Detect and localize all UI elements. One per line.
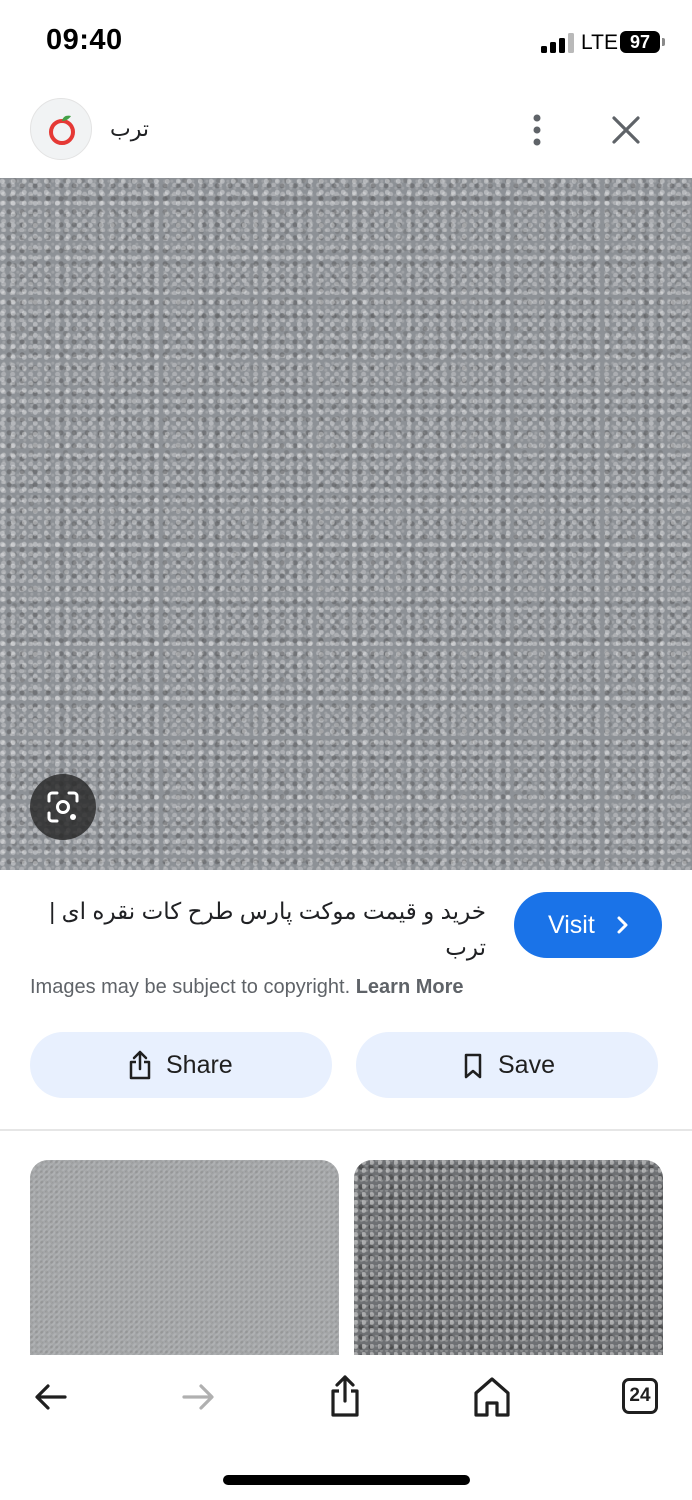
visit-label: Visit <box>548 911 595 939</box>
battery-tip-icon <box>662 38 665 46</box>
result-title[interactable]: خرید و قیمت موکت پارس طرح کات نقره ای | … <box>30 893 486 965</box>
section-divider <box>0 1129 692 1131</box>
visit-button[interactable]: Visit <box>514 892 662 958</box>
result-header: ترب <box>0 86 692 178</box>
save-label: Save <box>498 1051 555 1079</box>
related-image[interactable] <box>30 1160 339 1370</box>
share-icon[interactable] <box>323 1373 367 1417</box>
battery-level: 97 <box>620 31 660 53</box>
home-icon[interactable] <box>470 1373 514 1417</box>
close-icon[interactable] <box>606 110 646 150</box>
share-label: Share <box>166 1051 233 1079</box>
copyright-notice: Images may be subject to copyright. Lear… <box>30 976 464 999</box>
status-bar: 09:40 LTE 97 <box>0 0 692 86</box>
chevron-right-icon <box>617 916 628 934</box>
save-button[interactable]: Save <box>356 1032 658 1098</box>
home-indicator[interactable] <box>223 1475 470 1485</box>
signal-strength-icon <box>541 33 575 53</box>
main-image[interactable] <box>0 178 692 870</box>
copyright-text: Images may be subject to copyright. <box>30 976 351 998</box>
tab-switcher-button[interactable]: 24 <box>622 1378 658 1414</box>
related-image[interactable] <box>354 1160 663 1370</box>
site-name[interactable]: ترب <box>110 116 149 142</box>
share-button[interactable]: Share <box>30 1032 332 1098</box>
learn-more-link[interactable]: Learn More <box>356 976 464 998</box>
share-icon <box>129 1050 151 1080</box>
arrow-right-icon[interactable] <box>176 1375 220 1419</box>
bookmark-icon <box>464 1053 482 1079</box>
torob-logo-icon[interactable] <box>30 98 92 160</box>
arrow-left-icon[interactable] <box>29 1375 73 1419</box>
network-type: LTE <box>581 31 618 54</box>
status-time: 09:40 <box>46 24 123 56</box>
google-lens-icon[interactable] <box>30 774 96 840</box>
more-vert-icon[interactable] <box>520 110 554 150</box>
